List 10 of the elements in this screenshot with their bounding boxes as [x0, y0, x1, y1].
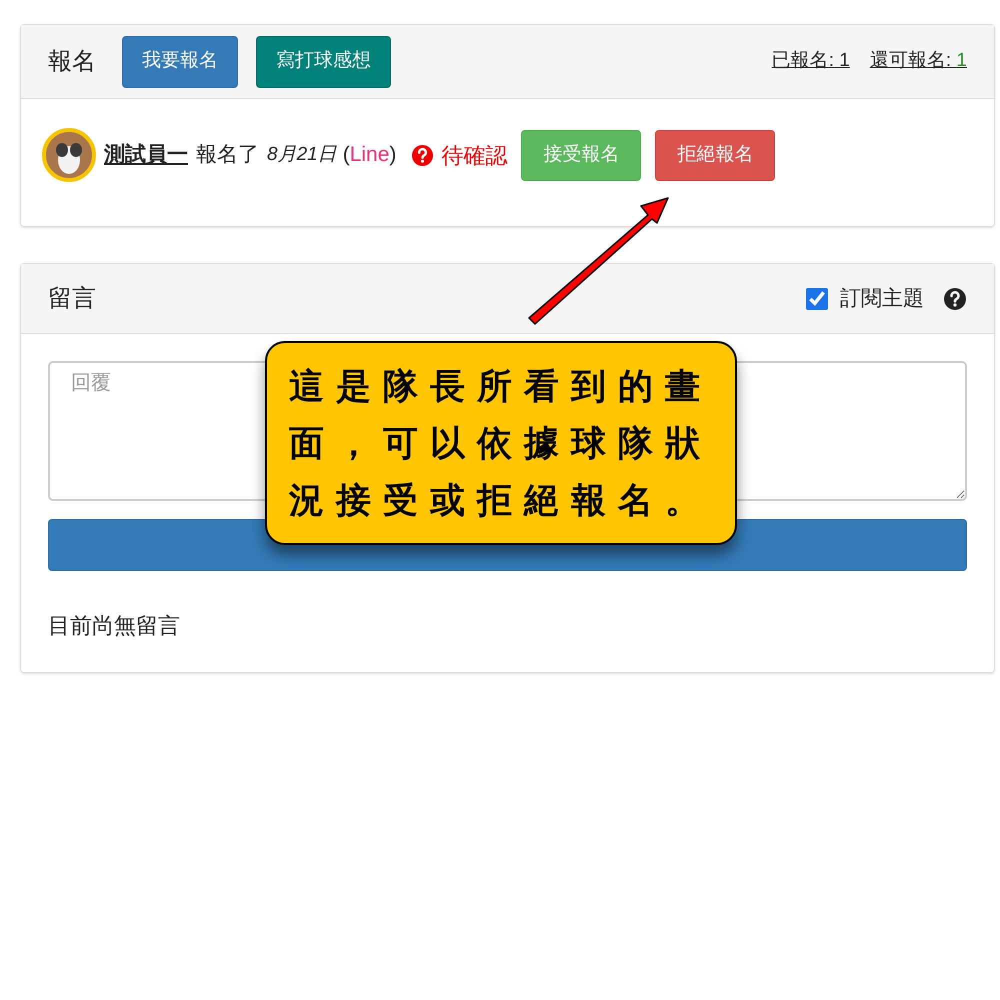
panel-title: 留言 — [48, 284, 96, 314]
date-text: 8月21日 — [267, 142, 337, 167]
action-text: 報名了 — [196, 142, 259, 168]
panel-title: 報名 — [48, 46, 96, 76]
note-tooltip: 這是隊長所看到的畫面，可以依據球隊狀況接受或拒絕報名。 — [265, 341, 737, 545]
source-text: Line — [350, 142, 390, 168]
paren-text: ( — [342, 142, 350, 168]
status-text: 待確認 — [441, 142, 508, 170]
empty-comments-text: 目前尚無留言 — [48, 612, 181, 640]
paren-text: ) — [389, 142, 396, 168]
